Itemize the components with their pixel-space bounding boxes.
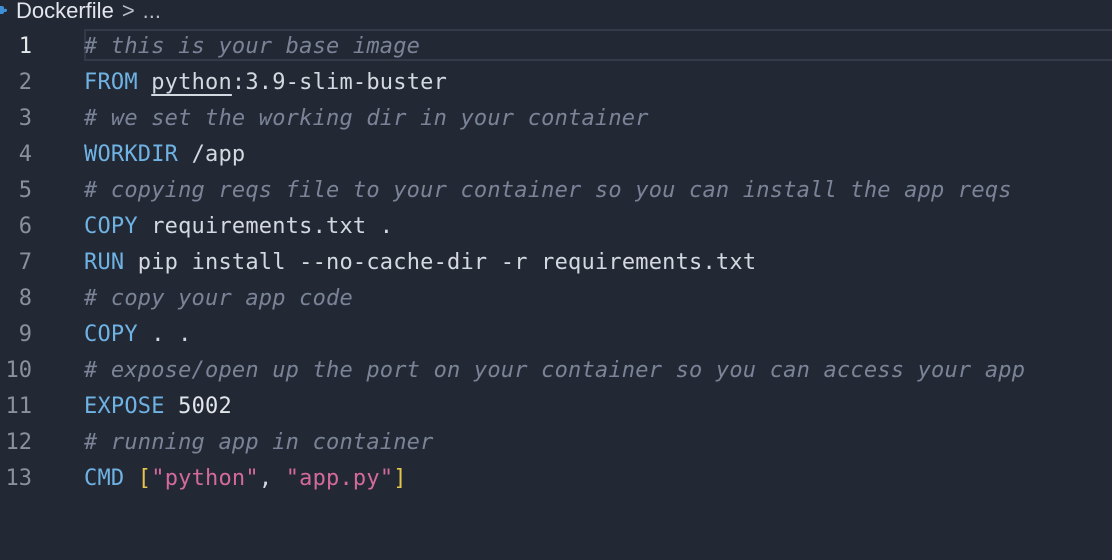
code-line[interactable]: 5 # copying reqs file to your container s… xyxy=(0,172,1112,208)
code-token-kw: WORKDIR xyxy=(84,141,179,167)
line-number: 2 xyxy=(18,69,32,95)
code-token-comment: # we set the working dir in your contain… xyxy=(84,105,649,131)
code-token-kw: FROM xyxy=(84,69,138,95)
line-number: 5 xyxy=(18,177,32,203)
code-text: COPY requirements.txt . xyxy=(84,214,393,239)
line-number: 1 xyxy=(18,33,32,59)
code-token-bracket: ] xyxy=(393,465,407,491)
code-token-plain: pip install --no-cache-dir -r requiremen… xyxy=(124,249,757,275)
line-number: 7 xyxy=(18,249,32,275)
code-token-kw: COPY xyxy=(84,321,138,347)
code-token-num: 5002 xyxy=(178,393,232,419)
code-text: WORKDIR /app xyxy=(84,142,245,167)
code-token-plain: :3.9-slim-buster xyxy=(231,69,448,95)
code-line[interactable]: 12 # running app in container xyxy=(0,424,1112,460)
breadcrumb-file[interactable]: Dockerfile xyxy=(16,0,114,22)
code-token-comment: # copying reqs file to your container so… xyxy=(84,177,1012,203)
code-token-plain: requirements.txt . xyxy=(137,213,394,239)
line-number: 11 xyxy=(5,393,33,419)
code-line[interactable]: 8 # copy your app code xyxy=(0,280,1112,316)
breadcrumb: Dockerfile > ... xyxy=(0,0,1112,22)
code-token-comment: # copy your app code xyxy=(84,285,353,311)
code-token-comment: # expose/open up the port on your contai… xyxy=(84,357,1026,383)
code-token-bracket: [ xyxy=(137,465,152,491)
code-line[interactable]: 9 COPY . . xyxy=(0,316,1112,352)
line-number: 6 xyxy=(18,213,32,239)
code-text: EXPOSE 5002 xyxy=(84,394,232,419)
code-text: FROM python:3.9-slim-buster xyxy=(84,70,447,95)
line-number: 8 xyxy=(18,285,32,311)
docker-icon xyxy=(0,0,8,22)
code-token-plain: /app xyxy=(178,141,246,167)
code-text: # we set the working dir in your contain… xyxy=(84,106,649,131)
line-number: 13 xyxy=(5,465,33,491)
line-number: 10 xyxy=(5,357,33,383)
code-text: # this is your base image xyxy=(84,34,420,59)
code-token-plain: . . xyxy=(137,321,192,347)
code-token-str: "python" xyxy=(151,465,259,491)
code-token-kw: COPY xyxy=(84,213,138,239)
code-token-comment: # this is your base image xyxy=(84,33,421,59)
code-token-underline: python xyxy=(151,69,232,95)
code-token-plain: , xyxy=(258,465,286,491)
code-token-kw: CMD xyxy=(84,465,125,491)
code-token-comment: # running app in container xyxy=(84,429,434,455)
code-line[interactable]: 2 FROM python:3.9-slim-buster xyxy=(0,64,1112,100)
code-line[interactable]: 13 CMD ["python", "app.py"] xyxy=(0,460,1112,496)
code-text: CMD ["python", "app.py"] xyxy=(84,466,407,491)
code-text: COPY . . xyxy=(84,322,192,347)
code-line[interactable]: 7 RUN pip install --no-cache-dir -r requi… xyxy=(0,244,1112,280)
code-line[interactable]: 6 COPY requirements.txt . xyxy=(0,208,1112,244)
breadcrumb-separator: > xyxy=(121,0,135,22)
code-text: # copy your app code xyxy=(84,286,353,311)
line-number: 3 xyxy=(18,105,32,131)
line-number: 12 xyxy=(5,429,33,455)
code-line[interactable]: 1 # this is your base image xyxy=(0,28,1112,64)
code-line[interactable]: 11 EXPOSE 5002 xyxy=(0,388,1112,424)
code-token-kw: RUN xyxy=(84,249,125,275)
line-number: 9 xyxy=(18,321,32,347)
code-line[interactable]: 3 # we set the working dir in your contai… xyxy=(0,100,1112,136)
code-token-str: "app.py" xyxy=(285,465,394,491)
code-text: # expose/open up the port on your contai… xyxy=(84,358,1025,383)
code-text: RUN pip install --no-cache-dir -r requir… xyxy=(84,250,756,275)
line-number: 4 xyxy=(18,141,32,167)
code-editor[interactable]: 1 # this is your base image 2 FROM python:3… xyxy=(0,28,1112,560)
breadcrumb-ellipsis[interactable]: ... xyxy=(143,0,161,22)
code-token-kw: EXPOSE xyxy=(84,393,165,419)
code-line[interactable]: 4 WORKDIR /app xyxy=(0,136,1112,172)
code-text: # running app in container xyxy=(84,430,434,455)
code-line[interactable]: 10 # expose/open up the port on your cont… xyxy=(0,352,1112,388)
code-text: # copying reqs file to your container so… xyxy=(84,178,1012,203)
